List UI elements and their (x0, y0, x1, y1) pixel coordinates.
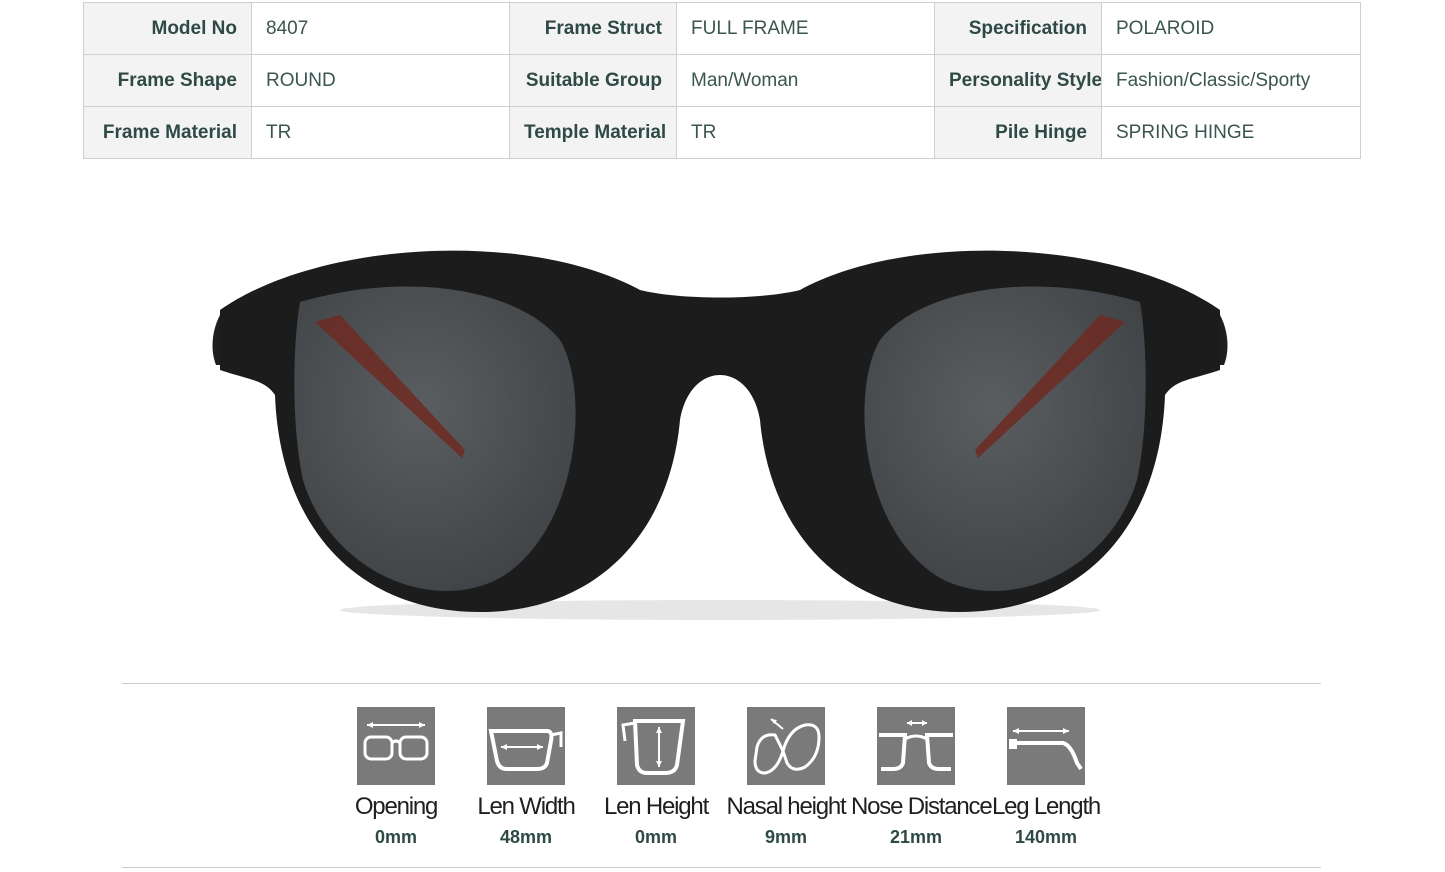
divider-top (122, 683, 1321, 684)
spec-label-frame-struct: Frame Struct (509, 2, 677, 55)
measure-nasal-height: Nasal height 9mm (721, 707, 851, 848)
lens-height-icon (617, 707, 695, 785)
spec-table: Model No 8407 Frame Struct FULL FRAME Sp… (83, 2, 1361, 159)
spec-value-personality-style: Fashion/Classic/Sporty (1101, 54, 1361, 107)
measure-value: 140mm (1014, 827, 1078, 847)
measure-value: 0mm (634, 827, 678, 847)
nose-distance-icon (877, 707, 955, 785)
leg-length-icon (1007, 707, 1085, 785)
opening-icon (357, 707, 435, 785)
measure-leg-length: Leg Length 140mm (981, 707, 1111, 848)
spec-label-personality-style: Personality Style (934, 54, 1102, 107)
measure-label: Opening (354, 793, 439, 820)
spec-value-pile-hinge: SPRING HINGE (1101, 106, 1361, 159)
divider-bottom (122, 867, 1321, 868)
spec-label-specification: Specification (934, 2, 1102, 55)
spec-label-suitable-group: Suitable Group (509, 54, 677, 107)
measure-nose-distance: Nose Distance 21mm (851, 707, 993, 848)
measure-value: 0mm (374, 827, 418, 847)
measure-value: 48mm (499, 827, 553, 847)
spec-label-pile-hinge: Pile Hinge (934, 106, 1102, 159)
spec-row: Frame Shape ROUND Suitable Group Man/Wom… (83, 54, 1361, 107)
measure-label: Leg Length (991, 793, 1101, 820)
measure-label: Nose Distance (851, 793, 993, 820)
spec-value-suitable-group: Man/Woman (676, 54, 935, 107)
measure-value: 9mm (764, 827, 808, 847)
spec-label-frame-material: Frame Material (83, 106, 252, 159)
measure-label: Len Height (603, 793, 709, 820)
spec-row: Frame Material TR Temple Material TR Pil… (83, 106, 1361, 159)
measure-label: Nasal height (726, 793, 846, 820)
spec-value-temple-material: TR (676, 106, 935, 159)
spec-value-frame-material: TR (251, 106, 510, 159)
measure-opening: Opening 0mm (331, 707, 461, 848)
spec-value-frame-struct: FULL FRAME (676, 2, 935, 55)
measure-label: Len Width (477, 793, 575, 820)
spec-value-frame-shape: ROUND (251, 54, 510, 107)
spec-value-model-no: 8407 (251, 2, 510, 55)
spec-row: Model No 8407 Frame Struct FULL FRAME Sp… (83, 2, 1361, 55)
nasal-height-icon (747, 707, 825, 785)
spec-label-model-no: Model No (83, 2, 252, 55)
spec-value-specification: POLAROID (1101, 2, 1361, 55)
measure-value: 21mm (889, 827, 943, 847)
round-sunglasses-illustration (212, 250, 1228, 620)
spec-label-temple-material: Temple Material (509, 106, 677, 159)
lens-width-icon (487, 707, 565, 785)
measure-len-height: Len Height 0mm (591, 707, 721, 848)
spec-label-frame-shape: Frame Shape (83, 54, 252, 107)
measure-len-width: Len Width 48mm (461, 707, 591, 848)
